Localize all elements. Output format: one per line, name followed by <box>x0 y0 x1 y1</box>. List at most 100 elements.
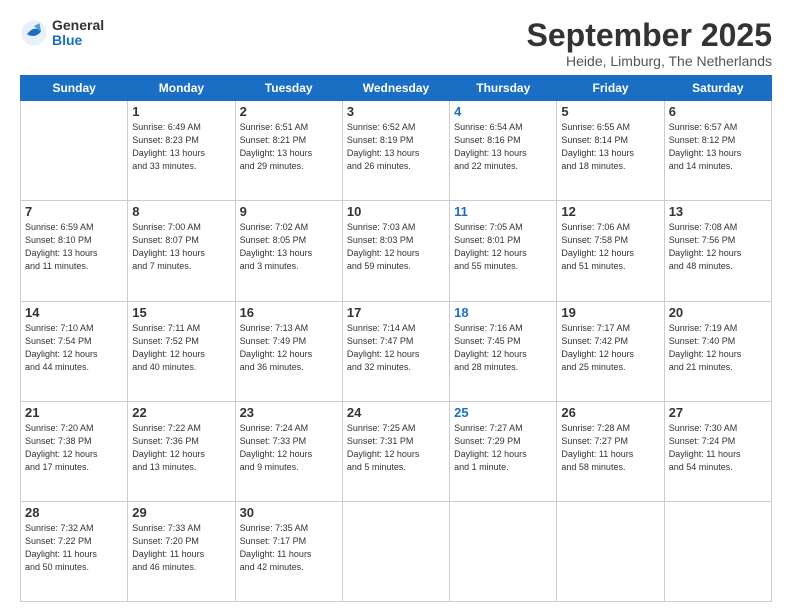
day-info: Sunrise: 7:06 AM Sunset: 7:58 PM Dayligh… <box>561 221 659 273</box>
day-number: 20 <box>669 305 767 320</box>
calendar-header-row: Sunday Monday Tuesday Wednesday Thursday… <box>21 76 772 101</box>
day-number: 14 <box>25 305 123 320</box>
calendar-table: Sunday Monday Tuesday Wednesday Thursday… <box>20 75 772 602</box>
day-info: Sunrise: 7:00 AM Sunset: 8:07 PM Dayligh… <box>132 221 230 273</box>
calendar-cell: 14 Sunrise: 7:10 AM Sunset: 7:54 PM Dayli… <box>21 301 128 401</box>
day-number: 29 <box>132 505 230 520</box>
calendar-cell: 5Sunrise: 6:55 AM Sunset: 8:14 PM Daylig… <box>557 101 664 201</box>
calendar-cell: 26 Sunrise: 7:28 AM Sunset: 7:27 PM Dayli… <box>557 401 664 501</box>
calendar-cell: 12 Sunrise: 7:06 AM Sunset: 7:58 PM Dayli… <box>557 201 664 301</box>
day-number: 27 <box>669 405 767 420</box>
day-number: 12 <box>561 204 659 219</box>
logo-text: General Blue <box>52 18 104 49</box>
day-number: 7 <box>25 204 123 219</box>
day-info: Sunrise: 6:55 AM Sunset: 8:14 PM Dayligh… <box>561 121 659 173</box>
day-info: Sunrise: 6:57 AM Sunset: 8:12 PM Dayligh… <box>669 121 767 173</box>
week-row-2: 7 Sunrise: 6:59 AM Sunset: 8:10 PM Daylig… <box>21 201 772 301</box>
day-info: Sunrise: 6:59 AM Sunset: 8:10 PM Dayligh… <box>25 221 123 273</box>
week-row-3: 14 Sunrise: 7:10 AM Sunset: 7:54 PM Dayli… <box>21 301 772 401</box>
day-number: 26 <box>561 405 659 420</box>
day-number: 9 <box>240 204 338 219</box>
calendar-cell: 8Sunrise: 7:00 AM Sunset: 8:07 PM Daylig… <box>128 201 235 301</box>
day-number: 10 <box>347 204 445 219</box>
day-number: 25 <box>454 405 552 420</box>
calendar-cell: 20 Sunrise: 7:19 AM Sunset: 7:40 PM Dayli… <box>664 301 771 401</box>
col-wednesday: Wednesday <box>342 76 449 101</box>
day-number: 23 <box>240 405 338 420</box>
calendar-cell: 10Sunrise: 7:03 AM Sunset: 8:03 PM Dayli… <box>342 201 449 301</box>
day-number: 30 <box>240 505 338 520</box>
calendar-cell: 3 Sunrise: 6:52 AM Sunset: 8:19 PM Daylig… <box>342 101 449 201</box>
calendar-cell: 17 Sunrise: 7:14 AM Sunset: 7:47 PM Dayli… <box>342 301 449 401</box>
day-info: Sunrise: 7:25 AM Sunset: 7:31 PM Dayligh… <box>347 422 445 474</box>
day-info: Sunrise: 7:27 AM Sunset: 7:29 PM Dayligh… <box>454 422 552 474</box>
logo-icon <box>20 19 48 47</box>
col-saturday: Saturday <box>664 76 771 101</box>
day-number: 24 <box>347 405 445 420</box>
calendar-cell: 24 Sunrise: 7:25 AM Sunset: 7:31 PM Dayli… <box>342 401 449 501</box>
logo-general-label: General <box>52 18 104 33</box>
day-number: 11 <box>454 204 552 219</box>
calendar-cell: 2 Sunrise: 6:51 AM Sunset: 8:21 PM Daylig… <box>235 101 342 201</box>
calendar-cell: 9Sunrise: 7:02 AM Sunset: 8:05 PM Daylig… <box>235 201 342 301</box>
calendar-cell: 21 Sunrise: 7:20 AM Sunset: 7:38 PM Dayli… <box>21 401 128 501</box>
calendar-cell: 16Sunrise: 7:13 AM Sunset: 7:49 PM Dayli… <box>235 301 342 401</box>
day-info: Sunrise: 7:10 AM Sunset: 7:54 PM Dayligh… <box>25 322 123 374</box>
calendar-cell: 29 Sunrise: 7:33 AM Sunset: 7:20 PM Dayli… <box>128 501 235 601</box>
day-info: Sunrise: 7:20 AM Sunset: 7:38 PM Dayligh… <box>25 422 123 474</box>
calendar-cell: 13 Sunrise: 7:08 AM Sunset: 7:56 PM Dayli… <box>664 201 771 301</box>
calendar-cell <box>21 101 128 201</box>
header: General Blue September 2025 Heide, Limbu… <box>20 18 772 69</box>
day-number: 6 <box>669 104 767 119</box>
day-info: Sunrise: 7:35 AM Sunset: 7:17 PM Dayligh… <box>240 522 338 574</box>
col-tuesday: Tuesday <box>235 76 342 101</box>
day-info: Sunrise: 7:17 AM Sunset: 7:42 PM Dayligh… <box>561 322 659 374</box>
calendar-cell: 11 Sunrise: 7:05 AM Sunset: 8:01 PM Dayli… <box>450 201 557 301</box>
day-number: 2 <box>240 104 338 119</box>
calendar-cell: 25 Sunrise: 7:27 AM Sunset: 7:29 PM Dayli… <box>450 401 557 501</box>
day-number: 18 <box>454 305 552 320</box>
day-info: Sunrise: 7:13 AM Sunset: 7:49 PM Dayligh… <box>240 322 338 374</box>
day-info: Sunrise: 7:19 AM Sunset: 7:40 PM Dayligh… <box>669 322 767 374</box>
day-info: Sunrise: 7:16 AM Sunset: 7:45 PM Dayligh… <box>454 322 552 374</box>
col-monday: Monday <box>128 76 235 101</box>
day-info: Sunrise: 7:14 AM Sunset: 7:47 PM Dayligh… <box>347 322 445 374</box>
calendar-cell: 1 Sunrise: 6:49 AM Sunset: 8:23 PM Daylig… <box>128 101 235 201</box>
day-info: Sunrise: 6:52 AM Sunset: 8:19 PM Dayligh… <box>347 121 445 173</box>
col-sunday: Sunday <box>21 76 128 101</box>
day-number: 13 <box>669 204 767 219</box>
calendar-cell <box>450 501 557 601</box>
calendar-cell <box>664 501 771 601</box>
day-number: 4 <box>454 104 552 119</box>
calendar-cell: 4Sunrise: 6:54 AM Sunset: 8:16 PM Daylig… <box>450 101 557 201</box>
day-info: Sunrise: 7:11 AM Sunset: 7:52 PM Dayligh… <box>132 322 230 374</box>
day-info: Sunrise: 7:05 AM Sunset: 8:01 PM Dayligh… <box>454 221 552 273</box>
day-number: 17 <box>347 305 445 320</box>
logo-blue-label: Blue <box>52 33 104 48</box>
week-row-4: 21 Sunrise: 7:20 AM Sunset: 7:38 PM Dayli… <box>21 401 772 501</box>
day-info: Sunrise: 7:33 AM Sunset: 7:20 PM Dayligh… <box>132 522 230 574</box>
col-friday: Friday <box>557 76 664 101</box>
week-row-1: 1 Sunrise: 6:49 AM Sunset: 8:23 PM Daylig… <box>21 101 772 201</box>
day-info: Sunrise: 6:49 AM Sunset: 8:23 PM Dayligh… <box>132 121 230 173</box>
day-info: Sunrise: 7:28 AM Sunset: 7:27 PM Dayligh… <box>561 422 659 474</box>
day-number: 1 <box>132 104 230 119</box>
day-number: 15 <box>132 305 230 320</box>
calendar-cell: 23Sunrise: 7:24 AM Sunset: 7:33 PM Dayli… <box>235 401 342 501</box>
calendar-cell <box>557 501 664 601</box>
calendar-cell: 15 Sunrise: 7:11 AM Sunset: 7:52 PM Dayli… <box>128 301 235 401</box>
day-info: Sunrise: 7:32 AM Sunset: 7:22 PM Dayligh… <box>25 522 123 574</box>
calendar-cell: 7 Sunrise: 6:59 AM Sunset: 8:10 PM Daylig… <box>21 201 128 301</box>
page: General Blue September 2025 Heide, Limbu… <box>0 0 792 612</box>
day-number: 19 <box>561 305 659 320</box>
day-number: 3 <box>347 104 445 119</box>
day-info: Sunrise: 6:51 AM Sunset: 8:21 PM Dayligh… <box>240 121 338 173</box>
week-row-5: 28Sunrise: 7:32 AM Sunset: 7:22 PM Dayli… <box>21 501 772 601</box>
calendar-cell: 18 Sunrise: 7:16 AM Sunset: 7:45 PM Dayli… <box>450 301 557 401</box>
day-number: 21 <box>25 405 123 420</box>
day-info: Sunrise: 7:08 AM Sunset: 7:56 PM Dayligh… <box>669 221 767 273</box>
calendar-cell: 27 Sunrise: 7:30 AM Sunset: 7:24 PM Dayli… <box>664 401 771 501</box>
day-info: Sunrise: 7:22 AM Sunset: 7:36 PM Dayligh… <box>132 422 230 474</box>
calendar-cell: 28Sunrise: 7:32 AM Sunset: 7:22 PM Dayli… <box>21 501 128 601</box>
day-info: Sunrise: 7:30 AM Sunset: 7:24 PM Dayligh… <box>669 422 767 474</box>
